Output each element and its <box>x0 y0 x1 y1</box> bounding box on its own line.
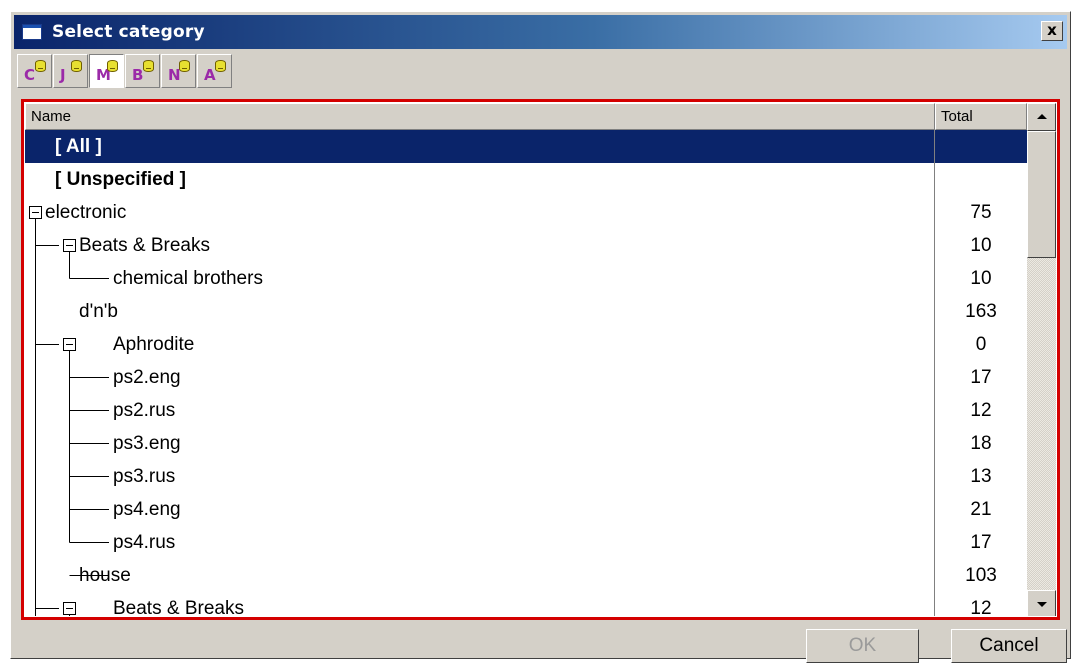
close-button[interactable]: x <box>1041 21 1063 41</box>
tree-row-total: 17 <box>970 532 992 553</box>
vertical-scrollbar[interactable] <box>1027 103 1056 616</box>
database-icon <box>179 60 190 72</box>
tree-row-total: 12 <box>970 400 992 421</box>
column-header-name[interactable]: Name <box>25 103 935 130</box>
database-icon <box>143 60 154 72</box>
arrow-down-icon <box>1037 602 1047 607</box>
tree-row-total: 163 <box>965 301 997 322</box>
tree-row-total: 13 <box>970 466 992 487</box>
tree-row-total: 103 <box>965 565 997 586</box>
tree-row-ps4-rus[interactable]: ps4.rus 17 <box>25 526 1027 559</box>
column-separator <box>934 130 935 616</box>
scroll-down-button[interactable] <box>1027 590 1056 616</box>
tree-row-label: ps4.eng <box>113 499 181 520</box>
toolbar-button-n[interactable]: N <box>161 54 196 88</box>
category-type-toolbar: C J M B N A <box>17 54 233 90</box>
tree-rows: [ All ] [ Unspecified ] electronic 75 Be… <box>25 130 1027 616</box>
tree-row-dnb[interactable]: d'n'b 163 <box>25 295 1027 328</box>
tree-row-total <box>935 163 1027 196</box>
toolbar-button-b[interactable]: B <box>125 54 160 88</box>
database-icon <box>71 60 82 72</box>
list-header: Name Total <box>25 103 1027 130</box>
tree-row-label: house <box>79 565 131 586</box>
dialog-title: Select category <box>52 22 205 42</box>
tree-row-electronic[interactable]: electronic 75 <box>25 196 1027 229</box>
tree-row-total: 17 <box>970 367 992 388</box>
scroll-up-button[interactable] <box>1027 103 1056 131</box>
select-category-dialog: Select category x C J M B N A Name Total… <box>10 11 1071 663</box>
tree-row-label: ps2.eng <box>113 367 181 388</box>
tree-row-label: Aphrodite <box>113 334 195 355</box>
tree-row-total: 10 <box>970 235 992 256</box>
tree-row-label: [ Unspecified ] <box>55 169 186 190</box>
tree-row-total: 12 <box>970 598 992 616</box>
toolbar-letter: C <box>24 66 36 84</box>
tree-row-ps2-eng[interactable]: ps2.eng 17 <box>25 361 1027 394</box>
title-bar[interactable]: Select category x <box>14 15 1067 49</box>
tree-row-total: 21 <box>970 499 992 520</box>
tree-row-total <box>935 130 1027 163</box>
tree-row-house-beats-breaks[interactable]: Beats & Breaks 12 <box>25 592 1027 616</box>
database-icon <box>107 60 118 72</box>
tree-row-ps3-eng[interactable]: ps3.eng 18 <box>25 427 1027 460</box>
tree-row-label: chemical brothers <box>113 268 263 289</box>
tree-row-unspecified[interactable]: [ Unspecified ] <box>25 163 1027 196</box>
tree-row-label: ps4.rus <box>113 532 176 553</box>
tree-row-ps2-rus[interactable]: ps2.rus 12 <box>25 394 1027 427</box>
tree-row-house[interactable]: house 103 <box>25 559 1027 592</box>
toolbar-letter: A <box>204 66 216 84</box>
tree-row-total: 0 <box>975 334 987 355</box>
tree-row-total: 10 <box>970 268 992 289</box>
category-list-frame: Name Total [ All ] [ Unspecified ] elect… <box>21 99 1060 620</box>
tree-row-aphrodite[interactable]: Aphrodite 0 <box>25 328 1027 361</box>
tree-row-total: 18 <box>970 433 992 454</box>
tree-row-label: Beats & Breaks <box>113 598 244 616</box>
cancel-button[interactable]: Cancel <box>951 629 1067 663</box>
toolbar-button-a[interactable]: A <box>197 54 232 88</box>
toolbar-button-c[interactable]: C <box>17 54 52 88</box>
tree-row-total: 75 <box>970 202 992 223</box>
database-icon <box>35 60 46 72</box>
arrow-up-icon <box>1037 114 1047 119</box>
tree-row-all[interactable]: [ All ] <box>25 130 1027 163</box>
tree-row-label: ps3.rus <box>113 466 176 487</box>
toolbar-button-m[interactable]: M <box>89 54 124 88</box>
tree-row-label: Beats & Breaks <box>79 235 210 256</box>
toolbar-button-j[interactable]: J <box>53 54 88 88</box>
tree-row-label: [ All ] <box>55 136 102 157</box>
ok-button[interactable]: OK <box>806 629 919 663</box>
tree-row-ps4-eng[interactable]: ps4.eng 21 <box>25 493 1027 526</box>
database-icon <box>215 60 226 72</box>
category-tree-list[interactable]: Name Total [ All ] [ Unspecified ] elect… <box>25 103 1056 616</box>
window-icon <box>22 24 42 40</box>
tree-row-ps3-rus[interactable]: ps3.rus 13 <box>25 460 1027 493</box>
tree-row-label: ps3.eng <box>113 433 181 454</box>
scroll-thumb[interactable] <box>1027 131 1056 258</box>
tree-row-label: electronic <box>45 202 127 223</box>
tree-row-label: ps2.rus <box>113 400 176 421</box>
toolbar-letter: B <box>132 66 144 84</box>
toolbar-letter: J <box>60 66 66 84</box>
tree-row-chemical-brothers[interactable]: chemical brothers 10 <box>25 262 1027 295</box>
tree-row-label: d'n'b <box>79 301 118 322</box>
tree-row-beats-breaks[interactable]: Beats & Breaks 10 <box>25 229 1027 262</box>
column-header-total[interactable]: Total <box>935 103 1027 130</box>
